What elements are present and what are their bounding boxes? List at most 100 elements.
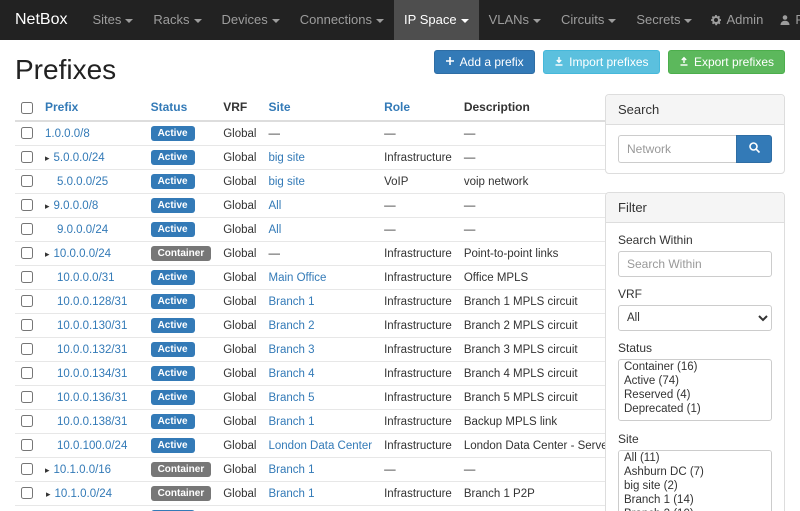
search-within-input[interactable] [618,251,772,277]
site-link[interactable]: Branch 5 [268,392,314,404]
vrf-cell: Global [217,386,262,410]
prefix-list: Prefix Status VRF Site Role Description … [15,94,590,511]
filter-option[interactable]: Deprecated (1) [619,402,771,416]
nav-connections[interactable]: Connections [290,0,394,40]
prefix-link[interactable]: 9.0.0.0/8 [54,200,99,212]
row-checkbox[interactable] [21,127,33,139]
page-title: Prefixes [15,54,116,86]
prefix-link[interactable]: 10.1.0.0/24 [55,488,113,500]
filter-option[interactable]: Active (74) [619,374,771,388]
site-link[interactable]: Branch 4 [268,368,314,380]
export-prefixes-label: Export prefixes [694,55,774,69]
row-checkbox[interactable] [21,199,33,211]
filter-option[interactable]: Ashburn DC (7) [619,465,771,479]
table-row: ▸10.1.0.0/16ContainerGlobalBranch 1—— [15,458,663,482]
row-checkbox[interactable] [21,295,33,307]
table-row: 10.0.0.128/31ActiveGlobalBranch 1Infrast… [15,290,663,314]
sidebar: Search Filter Search Within VRF [605,94,785,511]
site-link[interactable]: big site [268,176,304,188]
site-link[interactable]: Branch 1 [268,296,314,308]
prefix-link[interactable]: 5.0.0.0/25 [57,176,108,188]
filter-option[interactable]: Container (16) [619,360,771,374]
nav-secrets[interactable]: Secrets [626,0,702,40]
row-checkbox[interactable] [21,151,33,163]
status-filter-select[interactable]: Container (16)Active (74)Reserved (4)Dep… [618,359,772,421]
site-filter-select[interactable]: All (11)Ashburn DC (7)big site (2)Branch… [618,450,772,511]
row-checkbox[interactable] [21,415,33,427]
expand-toggle-icon[interactable]: ▸ [46,489,51,499]
prefix-link[interactable]: 10.0.0.138/31 [57,416,127,428]
site-link[interactable]: All [268,200,281,212]
nav-sites[interactable]: Sites [82,0,143,40]
nav-devices[interactable]: Devices [212,0,290,40]
row-checkbox[interactable] [21,343,33,355]
status-filter-label: Status [618,341,772,355]
site-link[interactable]: Branch 1 [268,464,314,476]
row-checkbox[interactable] [21,367,33,379]
vrf-select[interactable]: All [618,305,772,331]
row-select-cell [15,410,39,434]
site-link[interactable]: Main Office [268,272,326,284]
prefix-link[interactable]: 10.1.0.0/16 [54,464,112,476]
prefix-link[interactable]: 10.0.0.128/31 [57,296,127,308]
profile-link[interactable]: Profile [771,0,800,40]
col-header-status[interactable]: Status [145,94,218,121]
nav-racks[interactable]: Racks [143,0,211,40]
nav-ip-space[interactable]: IP Space [394,0,479,40]
row-checkbox[interactable] [21,391,33,403]
site-link[interactable]: All [268,224,281,236]
site-link[interactable]: Branch 1 [268,488,314,500]
search-button[interactable] [736,135,772,163]
site-link[interactable]: Branch 3 [268,344,314,356]
site-link[interactable]: London Data Center [268,440,372,452]
filter-option[interactable]: Branch 2 (10) [619,507,771,511]
row-checkbox[interactable] [21,487,33,499]
expand-toggle-icon[interactable]: ▸ [45,201,50,211]
role-cell: Infrastructure [378,338,458,362]
import-prefixes-button[interactable]: Import prefixes [543,50,659,74]
select-all-checkbox[interactable] [21,102,33,114]
prefix-link[interactable]: 9.0.0.0/24 [57,224,108,236]
app-brand[interactable]: NetBox [0,0,82,40]
prefix-link[interactable]: 5.0.0.0/24 [54,152,105,164]
add-prefix-button[interactable]: Add a prefix [434,50,535,74]
row-checkbox[interactable] [21,223,33,235]
prefix-link[interactable]: 10.0.0.0/24 [54,248,112,260]
table-row: 10.0.0.130/31ActiveGlobalBranch 2Infrast… [15,314,663,338]
nav-circuits[interactable]: Circuits [551,0,626,40]
row-checkbox[interactable] [21,463,33,475]
expand-toggle-icon[interactable]: ▸ [45,249,50,259]
prefix-link[interactable]: 10.0.0.136/31 [57,392,127,404]
prefix-link[interactable]: 1.0.0.0/8 [45,128,90,140]
col-header-role[interactable]: Role [378,94,458,121]
filter-option[interactable]: big site (2) [619,479,771,493]
site-link[interactable]: Branch 2 [268,320,314,332]
prefix-cell: 10.0.0.132/31 [39,338,145,362]
col-header-site[interactable]: Site [262,94,378,121]
site-cell: — [262,121,378,146]
row-checkbox[interactable] [21,175,33,187]
site-link[interactable]: Branch 1 [268,416,314,428]
table-row: ▸10.0.0.0/24ContainerGlobal—Infrastructu… [15,242,663,266]
filter-option[interactable]: Reserved (4) [619,388,771,402]
expand-toggle-icon[interactable]: ▸ [45,153,50,163]
export-prefixes-button[interactable]: Export prefixes [668,50,785,74]
admin-link[interactable]: Admin [702,0,771,40]
site-link[interactable]: big site [268,152,304,164]
search-input[interactable] [618,135,736,163]
row-checkbox[interactable] [21,247,33,259]
prefix-link[interactable]: 10.0.0.134/31 [57,368,127,380]
filter-option[interactable]: All (11) [619,451,771,465]
prefix-cell: ▸ 10.1.0.0/16 [39,458,145,482]
row-checkbox[interactable] [21,271,33,283]
prefix-link[interactable]: 10.0.0.0/31 [57,272,115,284]
prefix-link[interactable]: 10.0.0.130/31 [57,320,127,332]
prefix-link[interactable]: 10.0.0.132/31 [57,344,127,356]
expand-toggle-icon[interactable]: ▸ [45,465,50,475]
row-checkbox[interactable] [21,319,33,331]
filter-option[interactable]: Branch 1 (14) [619,493,771,507]
prefix-link[interactable]: 10.0.100.0/24 [57,440,127,452]
col-header-prefix[interactable]: Prefix [39,94,145,121]
nav-vlans[interactable]: VLANs [479,0,551,40]
row-checkbox[interactable] [21,439,33,451]
